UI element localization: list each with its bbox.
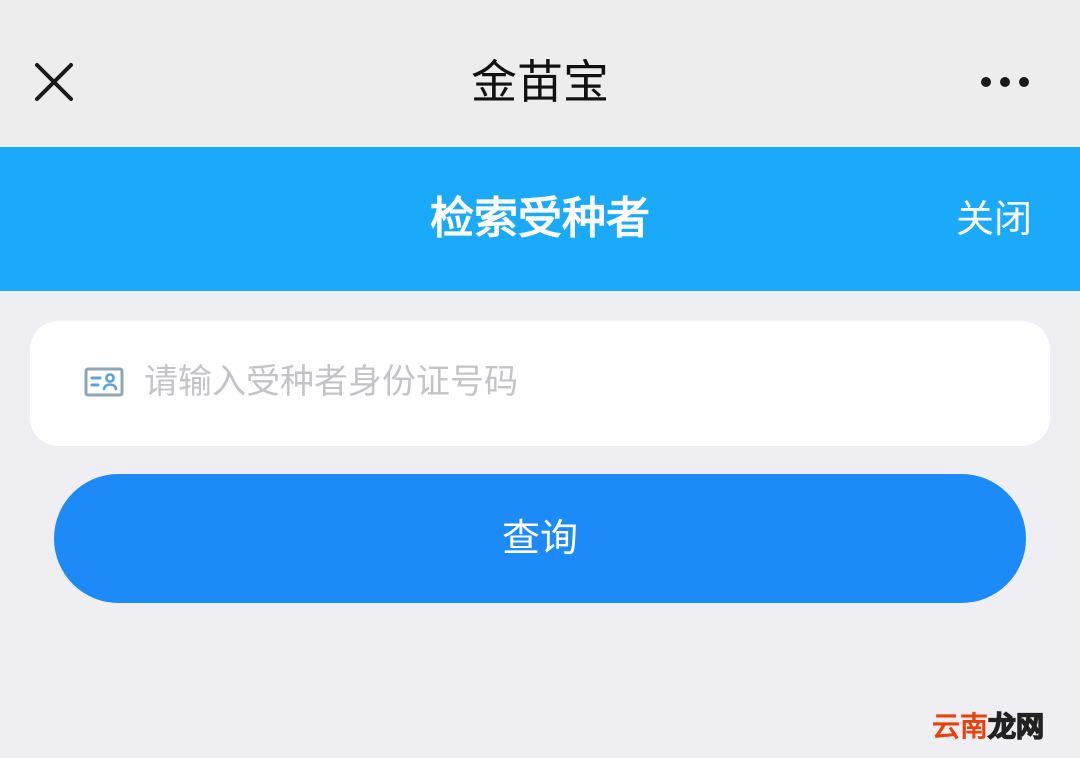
watermark-part-2: 龙网 (987, 709, 1044, 743)
id-card-icon (84, 366, 124, 398)
watermark-part-1: 云南 (931, 710, 988, 743)
close-button[interactable]: 关闭 (956, 190, 1032, 248)
more-options-icon[interactable] (976, 64, 1036, 100)
search-card (30, 321, 1050, 446)
watermark: 云南龙网 (931, 709, 1045, 744)
query-button[interactable]: 查询 (54, 474, 1026, 603)
app-title: 金苗宝 (471, 55, 609, 109)
window-titlebar: 金苗宝 (0, 0, 1080, 147)
id-number-input[interactable] (144, 349, 1004, 415)
page-header-banner: 检索受种者 关闭 (0, 147, 1080, 291)
page-title: 检索受种者 (430, 193, 650, 244)
